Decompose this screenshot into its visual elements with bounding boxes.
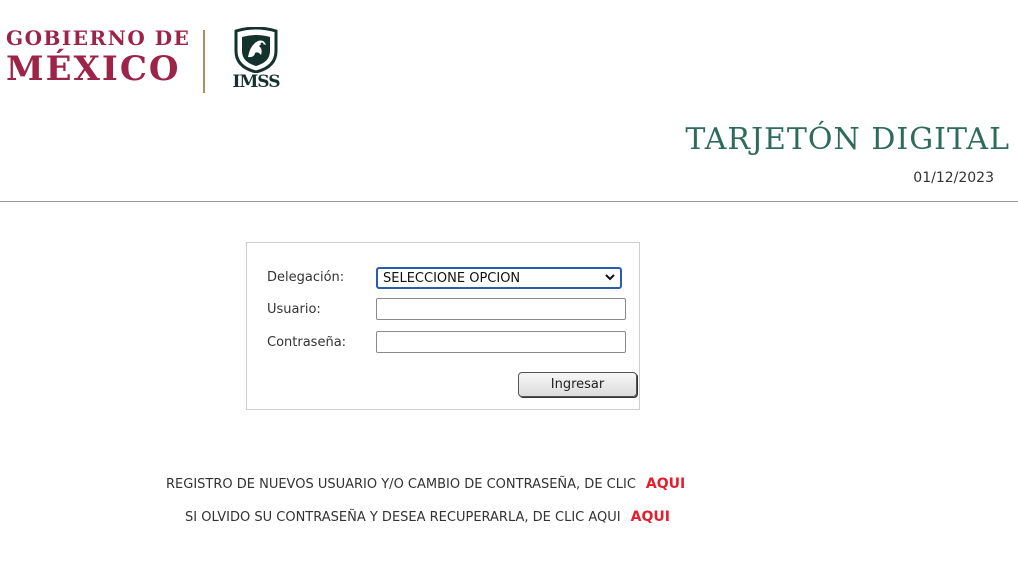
login-form: Delegación: SELECCIONE OPCION Usuario: C… (246, 242, 640, 410)
chevron-down-icon (605, 274, 615, 281)
recuperar-text: SI OLVIDO SU CONTRASEÑA Y DESEA RECUPERA… (185, 510, 621, 525)
imss-logo-text: IMSS (232, 72, 281, 92)
registro-line: REGISTRO DE NUEVOS USUARIO Y/O CAMBIO DE… (166, 476, 685, 492)
page: GOBIERNO DE MÉXICO IMSS TARJETÓN DIGITAL… (0, 0, 1018, 566)
contrasena-label: Contraseña: (267, 335, 347, 350)
usuario-label: Usuario: (267, 302, 321, 317)
logo-line-mexico: MÉXICO (6, 49, 181, 89)
header-divider (0, 201, 1018, 202)
recuperar-aqui-link[interactable]: AQUI (631, 509, 670, 525)
contrasena-input[interactable] (376, 331, 626, 353)
delegacion-selected-value: SELECCIONE OPCION (383, 271, 521, 286)
registro-text: REGISTRO DE NUEVOS USUARIO Y/O CAMBIO DE… (166, 477, 636, 492)
ingresar-button[interactable]: Ingresar (518, 372, 637, 397)
imss-eagle-emblem-icon (234, 26, 278, 74)
recuperar-line: SI OLVIDO SU CONTRASEÑA Y DESEA RECUPERA… (185, 509, 670, 525)
delegacion-select[interactable]: SELECCIONE OPCION (376, 267, 622, 289)
usuario-input[interactable] (376, 298, 626, 320)
logo-line-gobierno: GOBIERNO DE (6, 26, 191, 50)
current-date: 01/12/2023 (913, 170, 994, 186)
logo-divider (203, 30, 205, 93)
imss-logo: IMSS (228, 26, 284, 93)
delegacion-label: Delegación: (267, 270, 345, 285)
registro-aqui-link[interactable]: AQUI (646, 476, 685, 492)
gobierno-de-mexico-logo: GOBIERNO DE MÉXICO (6, 28, 190, 86)
page-title: TARJETÓN DIGITAL (685, 122, 1010, 157)
